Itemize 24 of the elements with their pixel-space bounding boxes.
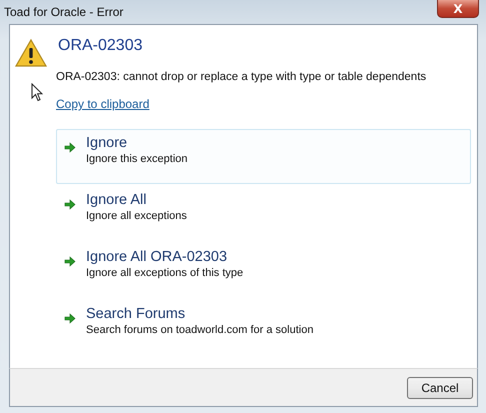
mouse-pointer-icon (31, 83, 43, 102)
option-description: Ignore all exceptions of this type (86, 267, 244, 279)
option-title: Search Forums (86, 306, 186, 322)
arrow-icon (64, 256, 76, 267)
error-message: ORA-02303: cannot drop or replace a type with type or table dependents (56, 71, 426, 83)
option-title: Ignore All ORA-02303 (86, 249, 228, 265)
command-link[interactable]: Ignore Ignore this exception (56, 129, 471, 184)
arrow-icon (64, 313, 76, 324)
arrow-icon (64, 142, 76, 153)
window-title: Toad for Oracle - Error (4, 4, 124, 19)
cancel-button[interactable]: Cancel (407, 376, 473, 398)
option-description: Ignore all exceptions (86, 210, 187, 222)
option-title: Ignore All (86, 192, 148, 208)
command-link[interactable]: Ignore All Ignore all exceptions (56, 186, 471, 241)
option-description: Ignore this exception (86, 153, 188, 165)
copy-to-clipboard-link[interactable]: Copy to clipboard (56, 97, 150, 111)
arrow-icon (64, 199, 76, 210)
error-code: ORA-02303 (58, 36, 144, 56)
warning-icon (14, 38, 48, 68)
option-title: Ignore (86, 135, 128, 151)
option-description: Search forums on toadworld.com for a solution (86, 324, 314, 336)
close-button[interactable]: X (437, 0, 479, 18)
command-link[interactable]: Search Forums Search forums on toadworld.com for a solution (56, 300, 471, 355)
command-link[interactable]: Ignore All ORA-02303 Ignore all exceptions of this type (56, 243, 471, 298)
